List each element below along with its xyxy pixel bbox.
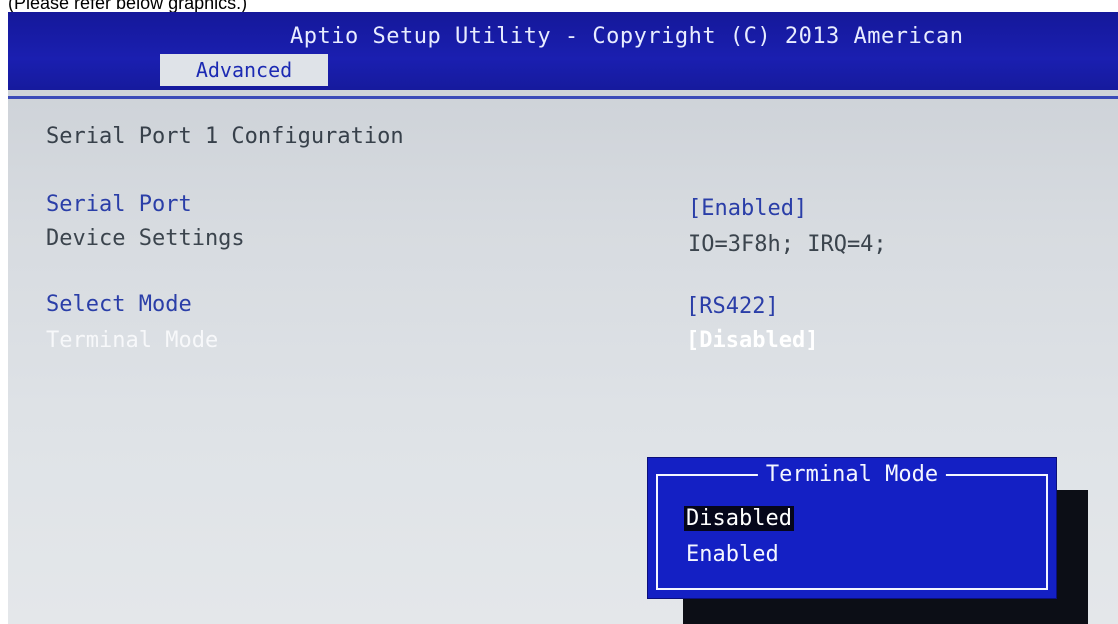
bios-screen: Aptio Setup Utility - Copyright (C) 2013… (8, 12, 1118, 624)
device-settings-value: IO=3F8h; IRQ=4; (688, 232, 887, 257)
header-bar: Aptio Setup Utility - Copyright (C) 2013… (8, 12, 1118, 90)
popup-title: Terminal Mode (757, 462, 947, 487)
header-divider (8, 96, 1118, 99)
select-mode-label[interactable]: Select Mode (46, 292, 192, 317)
popup-option-enabled[interactable]: Enabled (684, 542, 781, 567)
tab-advanced[interactable]: Advanced (160, 54, 328, 86)
serial-port-value[interactable]: [Enabled] (688, 196, 807, 221)
select-mode-value[interactable]: [RS422] (686, 294, 779, 319)
popup-frame (656, 474, 1048, 590)
section-title: Serial Port 1 Configuration (46, 124, 404, 149)
terminal-mode-popup: Terminal Mode Disabled Enabled (648, 458, 1056, 598)
serial-port-label[interactable]: Serial Port (46, 192, 192, 217)
terminal-mode-value[interactable]: [Disabled] (686, 328, 818, 353)
device-settings-label: Device Settings (46, 226, 245, 251)
popup-option-disabled[interactable]: Disabled (684, 506, 794, 531)
utility-title: Aptio Setup Utility - Copyright (C) 2013… (290, 24, 964, 49)
terminal-mode-label[interactable]: Terminal Mode (46, 328, 218, 353)
